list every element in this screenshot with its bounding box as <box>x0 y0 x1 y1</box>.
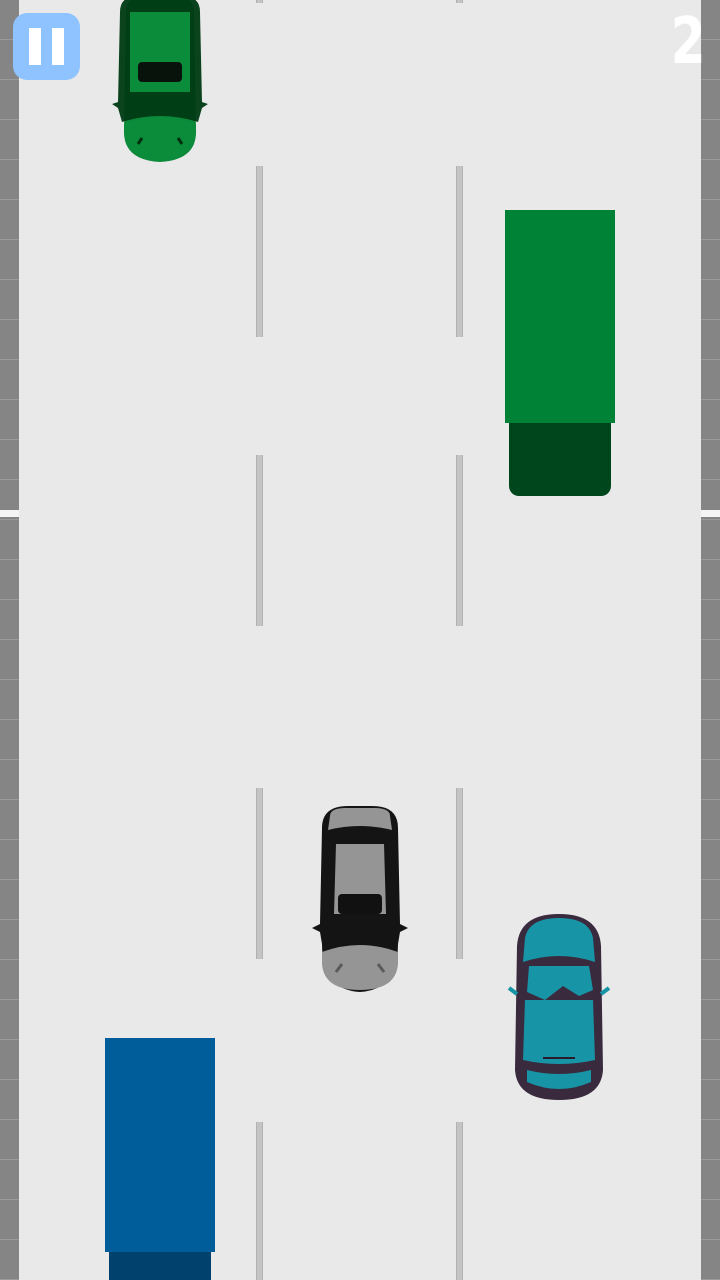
game-screen: 2 <box>0 0 720 1280</box>
lane-marking <box>456 455 463 626</box>
lane-marking <box>456 1122 463 1280</box>
lane-marking <box>256 166 263 337</box>
pause-icon-bar-left <box>29 28 41 65</box>
lane-marking <box>256 0 263 3</box>
lane-marking <box>456 166 463 337</box>
lane-marking <box>256 1122 263 1280</box>
lane-marking <box>456 788 463 959</box>
gray-car <box>312 806 408 992</box>
lane-marking <box>456 0 463 3</box>
lane-marking <box>256 455 263 626</box>
lane-marking <box>256 788 263 959</box>
green-truck-trailer <box>505 210 615 423</box>
road-seam-left <box>0 510 19 517</box>
pause-icon-bar-right <box>52 28 64 65</box>
blue-truck-cab <box>109 1252 211 1280</box>
teal-car <box>507 914 611 1100</box>
green-car <box>112 0 208 162</box>
pause-button[interactable] <box>13 13 80 80</box>
blue-truck-trailer <box>105 1038 215 1252</box>
road-seam-right <box>701 510 720 517</box>
green-truck-cab <box>509 423 611 496</box>
score-counter: 2 <box>671 5 706 79</box>
